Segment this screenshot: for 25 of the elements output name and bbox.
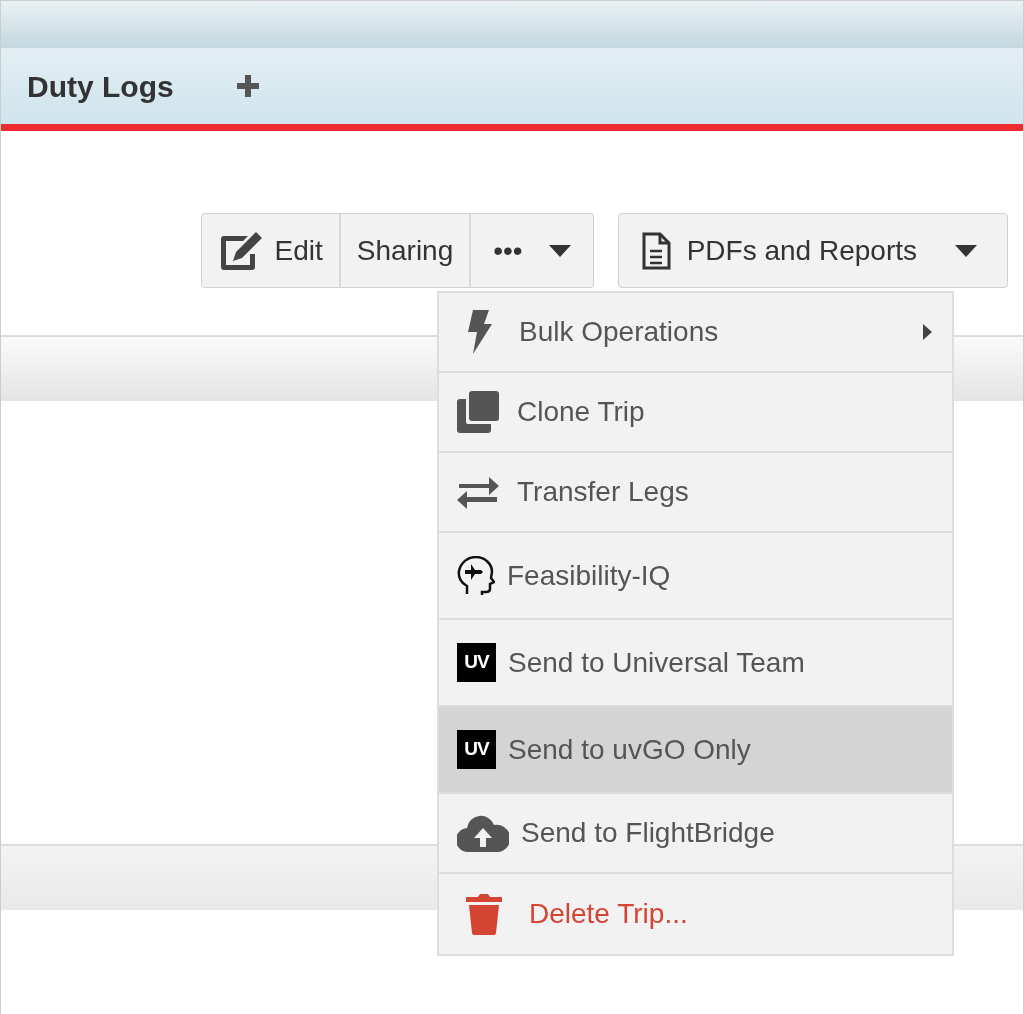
edit-button[interactable]: Edit	[201, 213, 340, 288]
caret-icon	[548, 243, 571, 258]
edit-icon	[218, 229, 265, 272]
menu-item[interactable]: Clone Trip	[439, 373, 952, 453]
menu-item[interactable]: Feasibility-IQ	[439, 533, 952, 620]
menu-item[interactable]: UV Send to uvGO Only	[439, 707, 952, 794]
bolt-icon	[465, 310, 493, 354]
plus-icon[interactable]	[235, 74, 260, 98]
tab-title[interactable]: Duty Logs	[27, 63, 174, 109]
cloud-upload-icon	[457, 814, 509, 852]
sharing-button[interactable]: Sharing	[338, 213, 471, 288]
head-plane-icon	[457, 555, 495, 596]
menu-item[interactable]: Bulk Operations	[439, 293, 952, 373]
logo-icon: UV	[457, 730, 496, 769]
swap-arrows-icon	[457, 475, 499, 509]
more-button[interactable]: •••	[469, 213, 594, 288]
document-icon	[640, 231, 671, 270]
copy-icon	[457, 391, 499, 433]
caret-icon	[955, 243, 977, 258]
reports-button[interactable]: PDFs and Reports	[617, 213, 1008, 288]
menu-item[interactable]: Transfer Legs	[439, 453, 952, 533]
menu-item[interactable]: Send to FlightBridge	[439, 794, 952, 874]
trash-icon	[465, 893, 503, 935]
menu-item[interactable]: Delete Trip...	[439, 874, 952, 954]
logo-icon: UV	[457, 643, 496, 682]
